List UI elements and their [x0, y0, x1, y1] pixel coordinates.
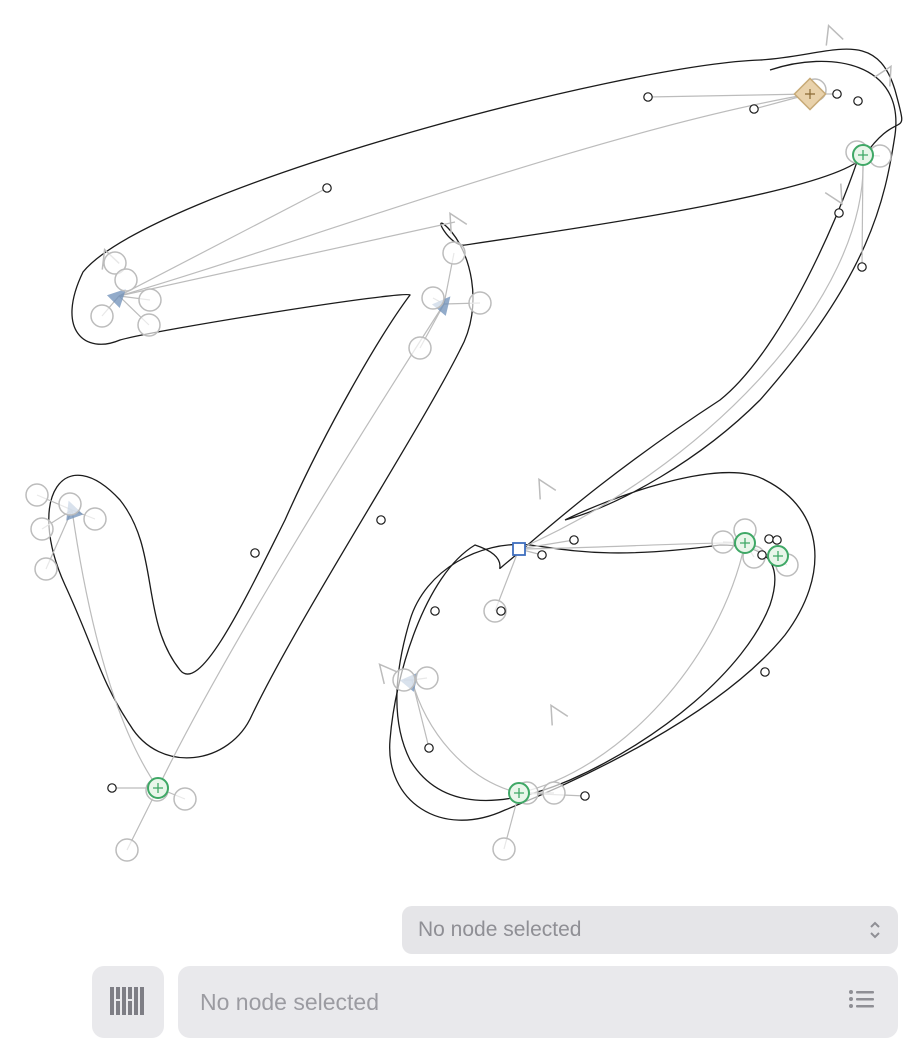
node-dropdown[interactable]: No node selected — [402, 906, 898, 954]
bottom-panel: No node selected — [0, 894, 920, 1060]
status-bar[interactable]: No node selected — [178, 966, 898, 1038]
status-label: No node selected — [200, 989, 379, 1016]
lttr-ink-icon — [107, 981, 149, 1023]
chevron-updown-icon — [868, 920, 882, 940]
node-dropdown-label: No node selected — [418, 918, 581, 942]
list-icon — [848, 988, 876, 1016]
lttr-ink-button[interactable] — [92, 966, 164, 1038]
